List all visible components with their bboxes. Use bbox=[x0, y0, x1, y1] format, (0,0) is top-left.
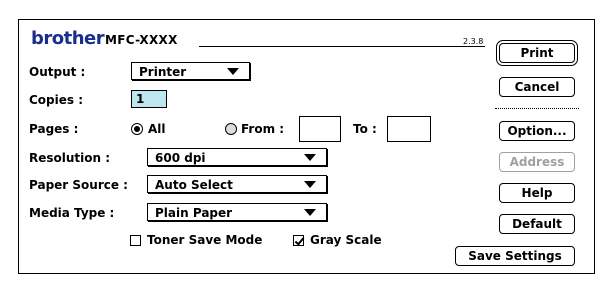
paper-source-value: Auto Select bbox=[155, 178, 233, 192]
output-value: Printer bbox=[139, 65, 187, 79]
media-type-label: Media Type : bbox=[29, 206, 115, 220]
media-type-value: Plain Paper bbox=[155, 206, 233, 220]
media-type-select[interactable]: Plain Paper bbox=[147, 203, 327, 221]
copies-field[interactable]: 1 bbox=[131, 90, 167, 108]
radio-all-label: All bbox=[148, 122, 166, 136]
button-separator bbox=[495, 108, 579, 109]
address-button[interactable]: Address bbox=[499, 152, 575, 172]
option-button[interactable]: Option... bbox=[499, 121, 575, 141]
from-page-field[interactable] bbox=[299, 116, 341, 142]
header-divider bbox=[199, 46, 485, 47]
toner-save-label: Toner Save Mode bbox=[147, 233, 263, 247]
copies-value: 1 bbox=[136, 92, 145, 106]
gray-scale-checkbox[interactable] bbox=[293, 235, 304, 246]
chevron-down-icon bbox=[227, 68, 239, 75]
default-button[interactable]: Default bbox=[499, 214, 575, 234]
chevron-down-icon bbox=[304, 209, 316, 216]
paper-source-label: Paper Source : bbox=[29, 178, 128, 192]
to-label: To : bbox=[353, 122, 377, 136]
model-name: MFC-XXXX bbox=[105, 33, 178, 47]
brand-logo: brother bbox=[31, 28, 105, 49]
resolution-value: 600 dpi bbox=[155, 151, 206, 165]
radio-all[interactable] bbox=[131, 123, 143, 135]
resolution-label: Resolution : bbox=[29, 151, 111, 165]
output-label: Output : bbox=[29, 65, 86, 79]
gray-scale-label: Gray Scale bbox=[310, 233, 382, 247]
copies-label: Copies : bbox=[29, 93, 84, 107]
resolution-select[interactable]: 600 dpi bbox=[147, 148, 327, 166]
pages-label: Pages : bbox=[29, 122, 79, 136]
version-label: 2.3.8 bbox=[463, 37, 484, 46]
output-select[interactable]: Printer bbox=[131, 62, 250, 80]
print-dialog: brother MFC-XXXX 2.3.8 Output : Printer … bbox=[18, 19, 595, 274]
toner-save-checkbox[interactable] bbox=[130, 235, 141, 246]
chevron-down-icon bbox=[304, 154, 316, 161]
radio-from[interactable] bbox=[225, 123, 237, 135]
paper-source-select[interactable]: Auto Select bbox=[147, 175, 327, 193]
print-button[interactable]: Print bbox=[499, 43, 575, 63]
help-button[interactable]: Help bbox=[499, 183, 575, 203]
save-settings-button[interactable]: Save Settings bbox=[455, 246, 575, 266]
chevron-down-icon bbox=[304, 181, 316, 188]
to-page-field[interactable] bbox=[387, 116, 431, 142]
radio-from-label: From : bbox=[241, 122, 285, 136]
cancel-button[interactable]: Cancel bbox=[499, 77, 575, 97]
